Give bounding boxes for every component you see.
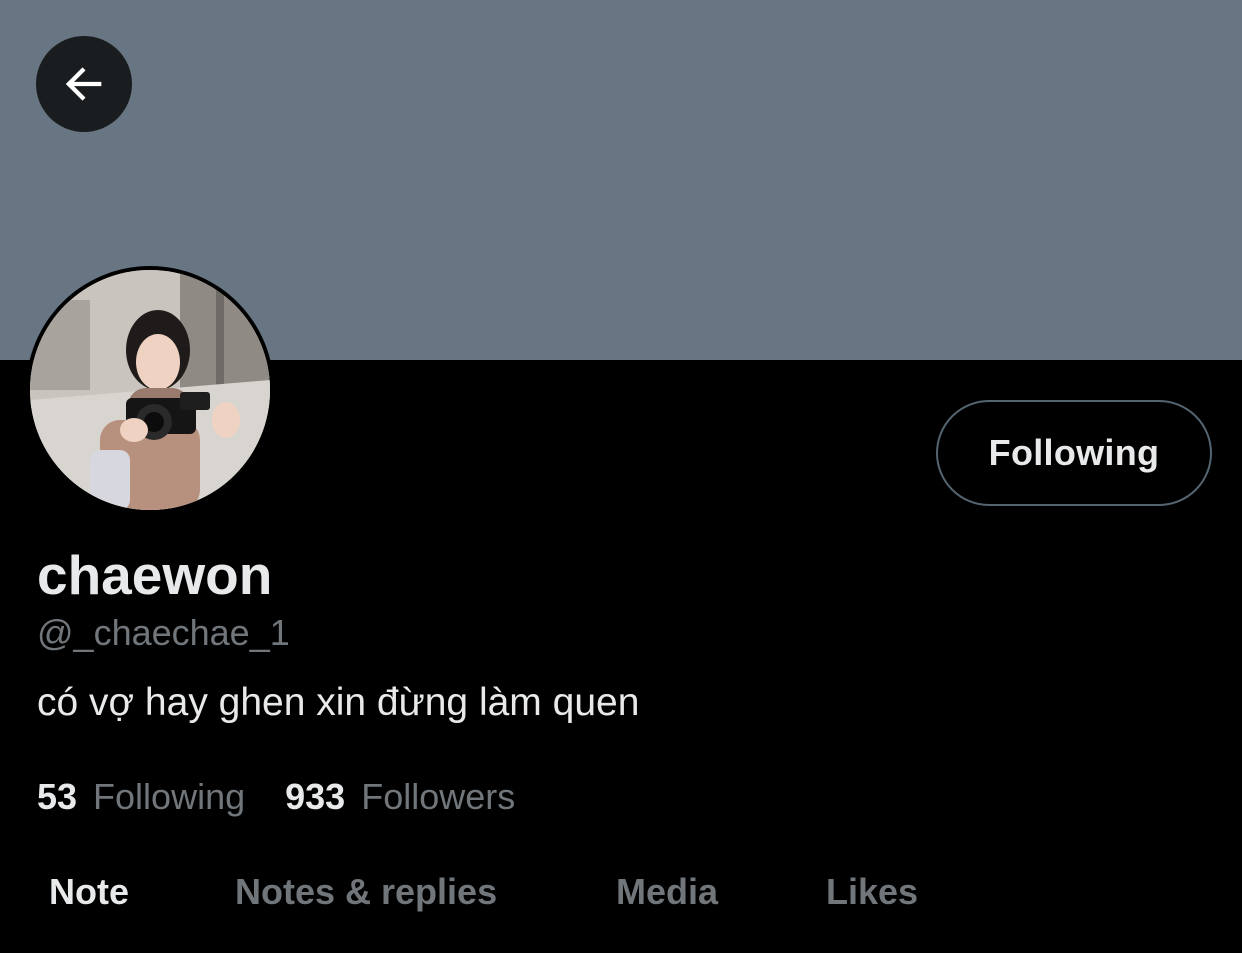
avatar-photo [30, 270, 270, 510]
tab-likes[interactable]: Likes [826, 862, 918, 922]
following-label: Following [93, 776, 246, 817]
profile-bio: có vợ hay ghen xin đừng làm quen [37, 681, 640, 724]
back-button[interactable] [36, 36, 132, 132]
followers-stat-link[interactable]: 933 Followers [285, 776, 515, 818]
tab-media[interactable]: Media [616, 862, 718, 922]
followers-label: Followers [361, 776, 516, 817]
display-name: chaewon [37, 544, 273, 606]
profile-stats: 53 Following 933 Followers [37, 776, 515, 826]
following-stat-link[interactable]: 53 Following [37, 776, 245, 818]
profile-tabs: Note Notes & replies Media Likes [0, 862, 1242, 922]
arrow-left-icon [65, 67, 102, 101]
tab-notes-and-replies[interactable]: Notes & replies [235, 862, 497, 922]
followers-count: 933 [285, 776, 346, 817]
following-count: 53 [37, 776, 78, 817]
user-handle: @_chaechae_1 [37, 612, 290, 653]
avatar[interactable] [26, 266, 274, 514]
tab-note[interactable]: Note [49, 862, 129, 922]
following-button[interactable]: Following [936, 400, 1212, 506]
